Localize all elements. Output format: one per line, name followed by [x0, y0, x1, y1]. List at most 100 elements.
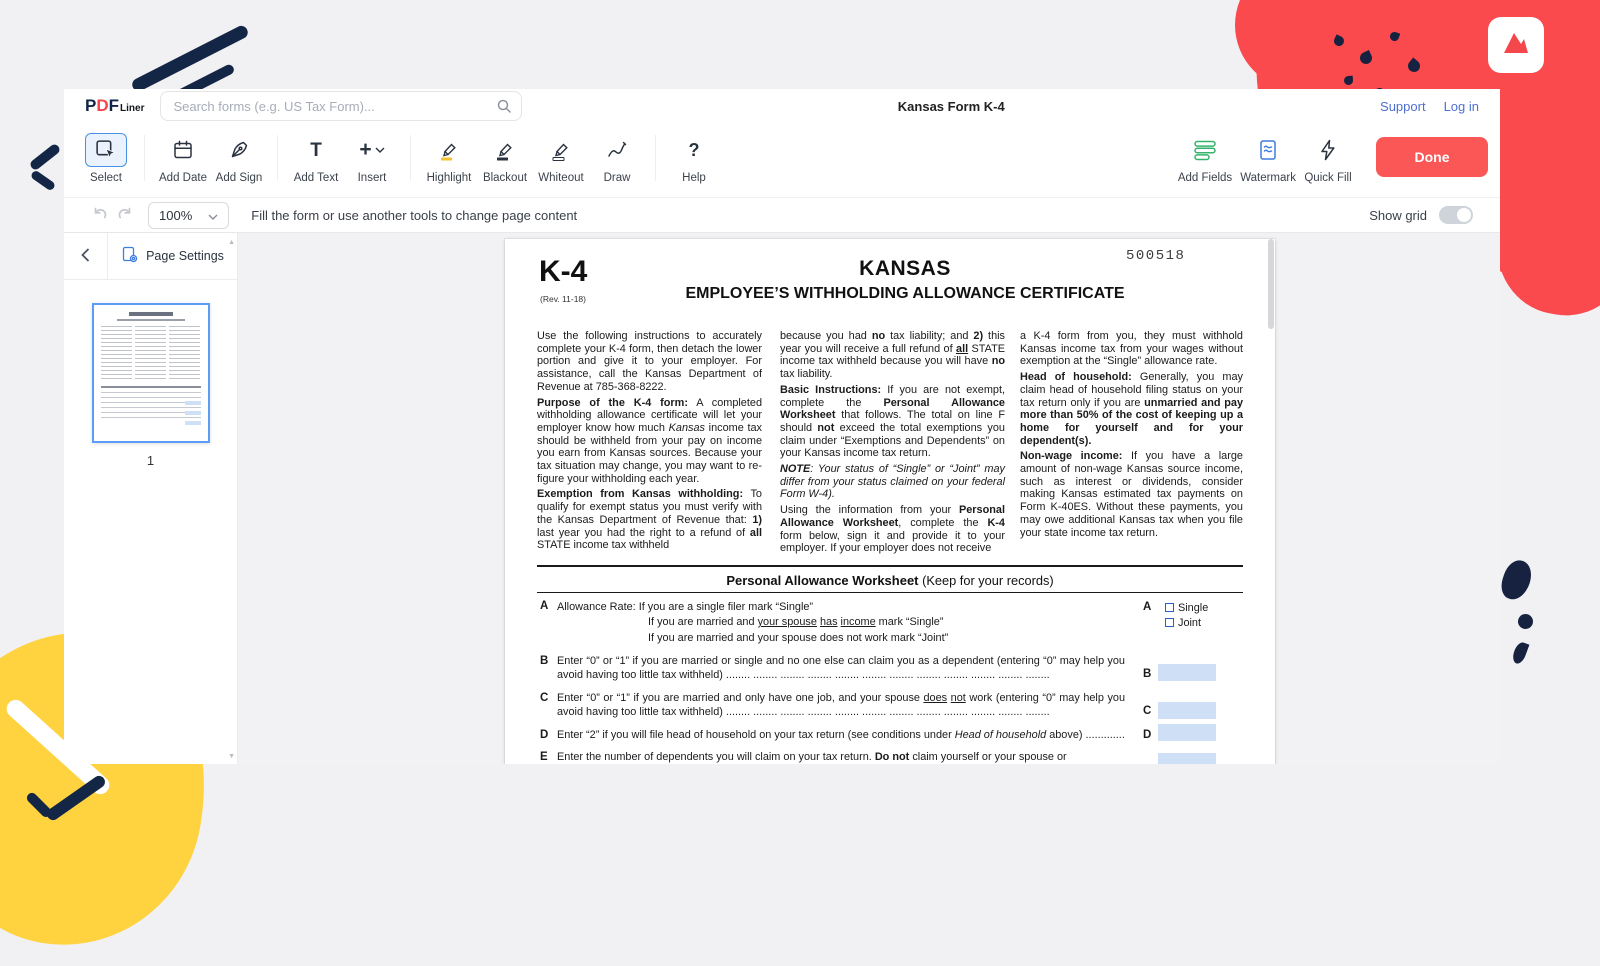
tool-add-sign[interactable]: Add Sign — [211, 133, 267, 184]
checkbox-label: Joint — [1178, 617, 1201, 629]
worksheet-row-b: B Enter “0” or “1” if you are married or… — [537, 655, 1243, 685]
sub-toolbar: 100% Fill the form or use another tools … — [64, 197, 1500, 233]
tool-label: Help — [682, 172, 706, 184]
help-icon: ? — [673, 133, 715, 167]
toolbar-divider — [410, 135, 411, 181]
show-grid-label: Show grid — [1369, 208, 1427, 223]
redo-button[interactable] — [112, 204, 136, 226]
row-a-line2: If you are married and your spouse has i… — [648, 615, 1243, 631]
allowance-rate-options: Single Joint — [1165, 600, 1208, 630]
field-e-input[interactable] — [1158, 753, 1216, 764]
pdf-page[interactable]: 500518 K-4 (Rev. 11-18) KANSAS EMPLOYEE’… — [505, 239, 1275, 764]
thumbnail-subtitle-line — [117, 319, 185, 321]
logo-letter: F — [109, 96, 119, 116]
search-input[interactable] — [160, 91, 522, 121]
checkbox-label: Single — [1178, 602, 1208, 614]
document-scrollbar[interactable] — [1268, 239, 1274, 329]
undo-button[interactable] — [88, 204, 112, 226]
tool-watermark[interactable]: Watermark — [1236, 133, 1300, 184]
instructions-column: a K-4 form from you, they must withhold … — [1020, 330, 1243, 542]
pages-sidebar: Page Settings 1 ▲ ▼ — [64, 233, 238, 764]
zoom-value: 100% — [159, 208, 192, 223]
form-header: KANSAS EMPLOYEE’S WITHHOLDING ALLOWANCE … — [535, 257, 1275, 303]
toolbar-divider — [144, 135, 145, 181]
worksheet-rule — [537, 592, 1243, 593]
tool-label: Watermark — [1240, 172, 1296, 184]
checkbox-icon[interactable] — [1165, 618, 1174, 627]
add-fields-icon — [1184, 133, 1226, 167]
tool-label: Highlight — [427, 172, 472, 184]
tool-highlight[interactable]: Highlight — [421, 133, 477, 184]
tool-label: Select — [90, 172, 122, 184]
instruction-paragraph: Non-wage income: If you have a large amo… — [1020, 450, 1243, 539]
instruction-paragraph: Exemption from Kansas withholding: To qu… — [537, 488, 762, 552]
tool-select[interactable]: Select — [78, 133, 134, 184]
tool-help[interactable]: ? Help — [666, 133, 722, 184]
page-settings-icon — [121, 246, 139, 267]
thumbnail-field — [185, 401, 201, 405]
checkbox-single[interactable]: Single — [1165, 600, 1208, 615]
instruction-paragraph: Purpose of the K-4 form: A completed wit… — [537, 397, 762, 486]
instruction-paragraph: Use the following instructions to accura… — [537, 330, 762, 394]
collapse-sidebar-button[interactable] — [64, 233, 108, 279]
tool-add-text[interactable]: T Add Text — [288, 133, 344, 184]
pdfliner-logo[interactable]: PDFLiner — [85, 96, 144, 116]
thumbnails-panel: 1 — [64, 280, 237, 468]
document-title: Kansas Form K-4 — [898, 99, 1005, 114]
tool-add-fields[interactable]: Add Fields — [1174, 133, 1236, 184]
form-title: EMPLOYEE’S WITHHOLDING ALLOWANCE CERTIFI… — [535, 285, 1275, 303]
toolbar-divider — [277, 135, 278, 181]
row-letter: A — [540, 600, 548, 612]
tool-quick-fill[interactable]: Quick Fill — [1300, 133, 1356, 184]
checkbox-joint[interactable]: Joint — [1165, 615, 1208, 630]
tool-insert[interactable]: + Insert — [344, 133, 400, 184]
instruction-paragraph: Basic Instructions: If you are not exemp… — [780, 384, 1005, 460]
done-button[interactable]: Done — [1376, 137, 1488, 177]
toolbar-hint-text: Fill the form or use another tools to ch… — [251, 208, 577, 223]
tool-label: Blackout — [483, 172, 527, 184]
toggle-knob — [1457, 208, 1471, 222]
tool-add-date[interactable]: Add Date — [155, 133, 211, 184]
page-number: 1 — [64, 453, 237, 468]
document-viewport[interactable]: 500518 K-4 (Rev. 11-18) KANSAS EMPLOYEE’… — [238, 233, 1500, 764]
instruction-paragraph: Head of household: Generally, you may cl… — [1020, 371, 1243, 447]
page-settings-label: Page Settings — [146, 249, 224, 263]
search-icon[interactable] — [496, 98, 512, 119]
show-grid-toggle[interactable] — [1439, 206, 1473, 224]
scroll-down-arrow[interactable]: ▼ — [228, 753, 235, 760]
decor-ink-dot — [1518, 614, 1533, 629]
tool-draw[interactable]: Draw — [589, 133, 645, 184]
pdfliner-app: PDFLiner Kansas Form K-4 Support Log in … — [64, 89, 1500, 764]
checkbox-icon[interactable] — [1165, 603, 1174, 612]
worksheet-row-d: D Enter “2” if you will file head of hou… — [537, 729, 1243, 745]
page-thumbnail[interactable] — [92, 303, 210, 443]
tool-label: Add Date — [159, 172, 207, 184]
field-c-input[interactable] — [1158, 702, 1216, 719]
select-icon — [85, 133, 127, 167]
thumbnail-field — [185, 411, 201, 415]
tool-label: Whiteout — [538, 172, 583, 184]
tool-blackout[interactable]: Blackout — [477, 133, 533, 184]
toolbar-divider — [655, 135, 656, 181]
field-d-input[interactable] — [1158, 724, 1216, 741]
main-toolbar: Select Add Date Add Sign T Add Text + In… — [64, 123, 1500, 197]
pdfliner-app-badge — [1488, 17, 1544, 73]
decor-brush-stroke — [29, 143, 62, 172]
page-settings-button[interactable]: Page Settings — [108, 233, 237, 279]
thumbnail-title-line — [129, 312, 173, 316]
field-b-input[interactable] — [1158, 664, 1216, 681]
support-link[interactable]: Support — [1380, 99, 1426, 114]
tool-whiteout[interactable]: Whiteout — [533, 133, 589, 184]
tool-label: Draw — [604, 172, 631, 184]
scroll-up-arrow[interactable]: ▲ — [228, 239, 235, 246]
tool-label: Add Sign — [216, 172, 263, 184]
logo-letter: P — [85, 96, 96, 116]
row-c-text: Enter “0” or “1” if you are married and … — [557, 692, 1125, 719]
login-link[interactable]: Log in — [1444, 99, 1479, 114]
decor-ink-blob — [1497, 557, 1535, 603]
thumbnail-divider — [101, 386, 201, 388]
zoom-select[interactable]: 100% — [148, 202, 229, 229]
row-letter-right: D — [1143, 729, 1151, 741]
worksheet-row-a: A Allowance Rate: If you are a single fi… — [537, 600, 1243, 647]
instructions-column: Use the following instructions to accura… — [537, 330, 762, 555]
